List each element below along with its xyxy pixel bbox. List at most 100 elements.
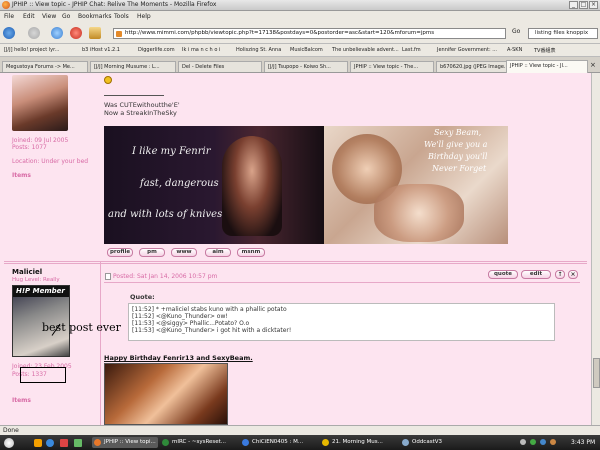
status-bar: Done [0, 425, 600, 435]
post-separator [4, 263, 587, 264]
tab[interactable]: Megustoya Forums -> Me... [2, 61, 88, 72]
vertical-scrollbar[interactable] [591, 73, 600, 425]
tab[interactable]: [J/J] Morning Musume : L... [90, 61, 176, 72]
menu-bar: File Edit View Go Bookmarks Tools Help [0, 11, 600, 22]
bookmark-item[interactable]: Holiszing St. Anna [236, 47, 281, 53]
edit-button[interactable]: edit [521, 270, 551, 279]
firefox-icon [94, 439, 101, 446]
bookmark-item[interactable]: Jennifer Government: ... [437, 47, 497, 53]
start-menu-icon[interactable] [4, 438, 14, 448]
taskbar-clock: 3:43 PM [571, 439, 596, 446]
maximize-icon[interactable]: □ [579, 1, 588, 9]
taskbar-item-music[interactable]: 21. Morning Mus... [320, 437, 396, 448]
forward-icon[interactable] [28, 27, 40, 39]
signature-line-2: Now a StreakInTheSky [104, 109, 177, 117]
quicklaunch-icon[interactable] [60, 439, 68, 447]
delete-icon[interactable]: × [568, 270, 578, 279]
avatar-member-label: H!P Member [13, 286, 69, 297]
site-favicon [116, 31, 122, 37]
quote-box: [11:52] * +maliciel stabs kuno with a ph… [128, 303, 555, 341]
banner-portrait [374, 184, 464, 242]
scrollbar-thumb[interactable] [593, 358, 600, 388]
column-divider [100, 261, 101, 425]
tab[interactable]: [J/J] Tsupopo - Koiwo Sh... [264, 61, 348, 72]
url-text: http://www.mimmi.com/phpbb/viewtopic.php… [125, 30, 435, 36]
bookmark-item[interactable]: Diggerlife.com [138, 47, 175, 53]
post-header-divider [104, 282, 580, 283]
stop-icon[interactable] [70, 27, 82, 39]
bookmark-item[interactable]: The unbelievable advent... [332, 47, 399, 53]
firefox-icon [2, 1, 10, 9]
up-arrow-icon[interactable]: ↑ [555, 270, 565, 279]
home-icon[interactable] [89, 27, 101, 39]
aim-button[interactable]: aim [205, 248, 231, 257]
post2-username[interactable]: Maliciel [12, 268, 42, 276]
close-tab-icon[interactable]: × [590, 61, 596, 69]
menu-file[interactable]: File [4, 13, 14, 20]
mirc-icon [162, 439, 169, 446]
menu-edit[interactable]: Edit [23, 13, 35, 20]
bookmark-item[interactable]: Ik i ma n c h o i [182, 47, 220, 53]
msnm-button[interactable]: msnm [237, 248, 265, 257]
menu-go[interactable]: Go [62, 13, 70, 20]
menu-view[interactable]: View [42, 13, 56, 20]
music-icon [322, 439, 329, 446]
taskbar-item-oddcast[interactable]: OddcastV3 [400, 437, 466, 448]
quote-line: [11:52] * +maliciel stabs kuno with a ph… [132, 306, 287, 313]
quicklaunch-icon[interactable] [34, 439, 42, 447]
close-icon[interactable]: × [589, 1, 598, 9]
www-button[interactable]: www [171, 248, 197, 257]
post2-items-link[interactable]: Items [12, 397, 31, 404]
page-content: Joined: 09 Jul 2005 Posts: 1077 Location… [0, 73, 591, 425]
pm-button[interactable]: pm [139, 248, 165, 257]
go-button[interactable]: Go [512, 28, 520, 35]
bookmark-item[interactable]: TV番組表 [534, 47, 555, 54]
search-input[interactable]: listing files knoppix [528, 28, 598, 39]
menu-tools[interactable]: Tools [114, 13, 129, 20]
banner-text-line: and with lots of knives [108, 209, 223, 220]
reload-icon[interactable] [51, 27, 63, 39]
quote-line: [11:53] <@siggy> Phallic...Potato? O.o [132, 320, 250, 327]
banner-text-line: Sexy Beam, [434, 128, 482, 137]
tab[interactable]: JPHIP :: View topic - The... [350, 61, 434, 72]
quote-line: [11:53] <@Kuno_Thunder> i got hit with a… [132, 327, 292, 334]
menu-bookmarks[interactable]: Bookmarks [78, 13, 112, 20]
quicklaunch-icon[interactable] [46, 439, 54, 447]
quote-label: Quote: [130, 293, 155, 301]
quote-line: [11:52] <@Kuno_Thunder> ow! [132, 313, 228, 320]
taskbar-item-firefox[interactable]: JPHIP :: View topi... [92, 437, 158, 448]
banner-text-line: fast, dangerous [140, 178, 219, 189]
tray-icon[interactable] [520, 439, 526, 445]
taskbar: JPHIP :: View topi... mIRC - ~sysReset..… [0, 435, 600, 450]
tab[interactable]: Del - Delete Files [178, 61, 262, 72]
post1-joined: Joined: 09 Jul 2005 [12, 137, 69, 144]
tab-active[interactable]: JPHIP :: View topic - JI... [506, 60, 588, 73]
user-avatar-photo [12, 75, 68, 131]
minimize-icon[interactable]: _ [569, 1, 578, 9]
search-value: listing files knoppix [535, 30, 589, 36]
back-icon[interactable] [3, 27, 15, 39]
tray-icon[interactable] [530, 439, 536, 445]
annotation-highlight-box [20, 367, 66, 383]
bookmarks-toolbar: [J/J] hello! project lyr... b3 iHost v1.… [0, 44, 600, 57]
taskbar-item-chat[interactable]: ChiCiEN0405 : M... [240, 437, 316, 448]
menu-help[interactable]: Help [137, 13, 151, 20]
bookmark-item[interactable]: MusicBalcom [290, 47, 323, 53]
post-icon [105, 273, 111, 280]
taskbar-item-mirc[interactable]: mIRC - ~sysReset... [160, 437, 236, 448]
window-title: JPHIP :: View topic - JPHIP Chat: Relive… [12, 1, 217, 8]
post1-items-link[interactable]: Items [12, 172, 31, 179]
bookmark-item[interactable]: A-SKN [507, 47, 522, 53]
bookmark-item[interactable]: b3 iHost v1.2.1 [82, 47, 120, 53]
quicklaunch-icon[interactable] [74, 439, 82, 447]
tray-icon[interactable] [540, 439, 546, 445]
tray-icon[interactable] [550, 439, 556, 445]
quote-button[interactable]: quote [488, 270, 518, 279]
bookmark-item[interactable]: Last.fm [402, 47, 421, 53]
banner-text-line: We'll give you a [424, 140, 488, 149]
profile-button[interactable]: profile [107, 248, 133, 257]
url-bar[interactable]: http://www.mimmi.com/phpbb/viewtopic.php… [113, 28, 506, 39]
birthday-message: Happy Birthday Fenrir13 and SexyBeam. [104, 354, 253, 362]
bookmark-item[interactable]: [J/J] hello! project lyr... [4, 47, 59, 53]
navigation-toolbar: http://www.mimmi.com/phpbb/viewtopic.php… [0, 22, 600, 44]
